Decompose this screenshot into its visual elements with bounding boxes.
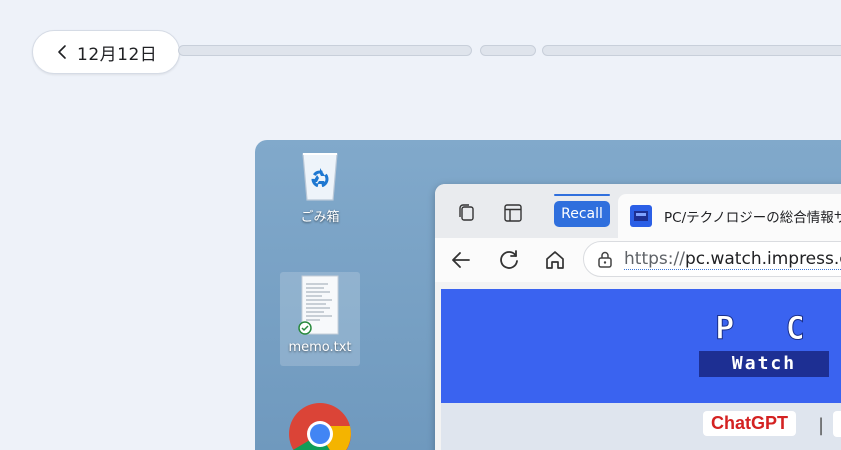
chrome-icon — [289, 403, 351, 450]
refresh-icon — [500, 250, 518, 269]
date-back-button[interactable]: 12月12日 — [32, 30, 180, 74]
pc-watch-banner: P C Watch — [441, 289, 841, 403]
date-label: 12月12日 — [77, 44, 158, 65]
timeline-segment[interactable] — [542, 45, 841, 56]
nav-separator: | — [818, 415, 825, 436]
timeline-segment[interactable] — [178, 45, 472, 56]
nav-chip[interactable] — [833, 411, 841, 437]
browser-window: Recall PC/テクノロジーの総合情報サ https://pc.watch.… — [435, 184, 841, 450]
tab-bar: Recall PC/テクノロジーの総合情報サ — [435, 184, 841, 238]
back-button[interactable] — [447, 246, 475, 274]
tab-title: PC/テクノロジーの総合情報サ — [664, 210, 841, 226]
tab-pc-watch[interactable]: PC/テクノロジーの総合情報サ — [618, 194, 841, 238]
workspaces-icon — [459, 204, 474, 221]
pc-watch-logo[interactable]: P C Watch — [699, 309, 829, 377]
home-icon — [546, 251, 564, 269]
logo-watch-text: Watch — [699, 351, 829, 377]
recall-tab-indicator — [554, 194, 610, 196]
logo-pc-text: P C — [715, 309, 821, 348]
nav-chip-chatgpt[interactable]: ChatGPT — [703, 411, 797, 436]
desktop-icon-chrome[interactable] — [280, 402, 360, 450]
desktop-icon-recycle-bin[interactable]: ごみ箱 — [280, 148, 360, 225]
vertical-tabs-icon — [504, 204, 522, 222]
home-button[interactable] — [541, 246, 569, 274]
text-file-icon — [298, 275, 339, 335]
desktop-icon-label: memo.txt — [288, 340, 352, 355]
refresh-button[interactable] — [495, 246, 523, 274]
chevron-left-icon — [58, 45, 66, 59]
address-bar[interactable]: https://pc.watch.impress.co — [583, 241, 841, 277]
navigation-bar: https://pc.watch.impress.co — [435, 238, 841, 282]
snapshot-preview[interactable]: ごみ箱 memo.txt Recall PC/テクノロジーの総合情報サ http… — [255, 140, 841, 450]
url-protocol: https:// — [624, 248, 685, 269]
timeline-segment[interactable] — [480, 45, 536, 56]
desktop-icon-label: ごみ箱 — [300, 210, 340, 225]
web-page-content: P C Watch ChatGPT | — [441, 289, 841, 450]
vertical-tabs-button[interactable] — [497, 197, 529, 229]
url-text: https://pc.watch.impress.co — [624, 249, 841, 270]
back-arrow-icon — [452, 252, 470, 268]
workspaces-button[interactable] — [451, 197, 483, 229]
pc-watch-favicon — [630, 205, 652, 227]
tab-recall[interactable]: Recall — [554, 201, 610, 227]
recycle-bin-icon — [302, 153, 338, 201]
lock-icon[interactable] — [596, 250, 614, 268]
url-host: pc.watch.impress.co — [684, 248, 841, 269]
desktop-icon-memo[interactable]: memo.txt — [280, 272, 360, 366]
